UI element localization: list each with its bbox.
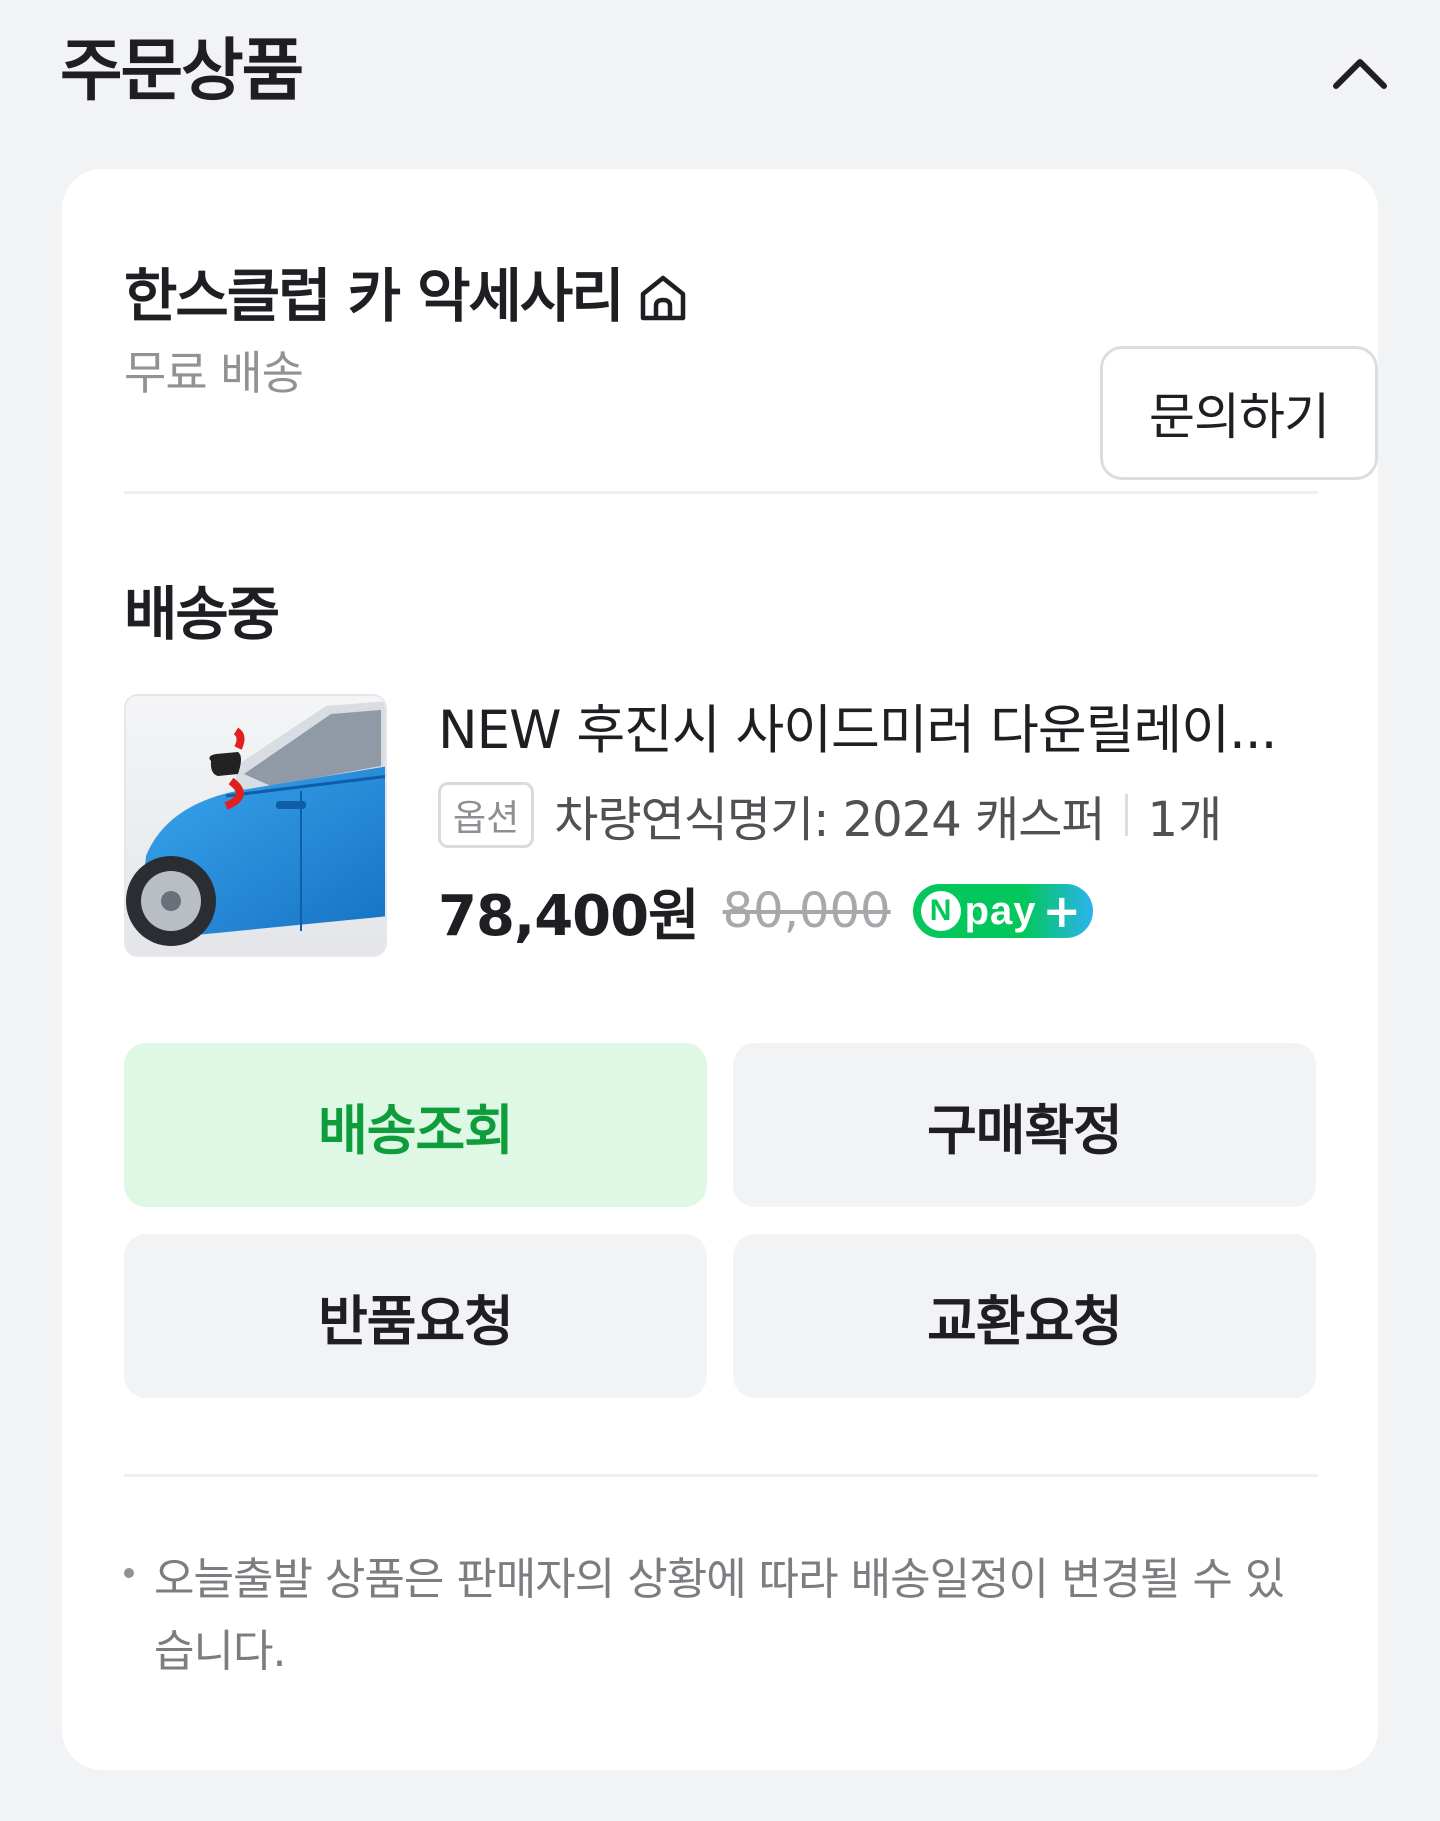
price-row: 78,400원 80,000 N pay + (438, 871, 1318, 951)
exchange-request-button[interactable]: 교환요청 (733, 1234, 1316, 1398)
product-thumbnail[interactable] (124, 694, 387, 957)
sale-price: 78,400원 (438, 883, 700, 949)
divider (124, 1474, 1318, 1477)
option-badge: 옵션 (438, 782, 535, 848)
notice-text: 오늘출발 상품은 판매자의 상황에 따라 배송일정이 변경될 수 있습니다. (154, 1554, 1285, 1677)
return-request-button[interactable]: 반품요청 (124, 1234, 707, 1398)
store-row: 한스클럽 카 악세사리 무료 배송 문의하기 (124, 251, 1378, 480)
home-icon (640, 275, 685, 321)
shipping-fee-note: 무료 배송 (124, 346, 304, 400)
product-option-row: 옵션 차량연식명기: 2024 캐스퍼 1개 (438, 781, 1318, 849)
divider (1124, 794, 1128, 836)
blue-car-side-mirror-image (126, 696, 385, 955)
npay-n-icon: N (920, 891, 961, 931)
npay-word: pay (964, 888, 1037, 933)
original-price: 80,000 (722, 883, 891, 939)
inquiry-button[interactable]: 문의하기 (1100, 346, 1378, 480)
track-delivery-button[interactable]: 배송조회 (124, 1043, 707, 1207)
product-name[interactable]: NEW 후진시 사이드미러 다운릴레이... (438, 691, 1318, 771)
option-text: 차량연식명기: 2024 캐스퍼 (554, 792, 1105, 848)
confirm-purchase-button[interactable]: 구매확정 (733, 1043, 1316, 1207)
store-name: 한스클럽 카 악세사리 (124, 262, 625, 330)
collapse-button[interactable] (1320, 38, 1400, 114)
order-products-header: 주문상품 (0, 0, 1440, 150)
section-title: 주문상품 (60, 32, 304, 111)
quantity: 1개 (1147, 792, 1223, 848)
npay-plus-icon: + (1042, 884, 1082, 938)
product-info: NEW 후진시 사이드미러 다운릴레이... 옵션 차량연식명기: 2024 캐… (438, 691, 1318, 951)
npay-plus-badge: N pay + (912, 884, 1093, 938)
order-card: 한스클럽 카 악세사리 무료 배송 문의하기 배송중 NEW 후진시 사이드미러… (62, 169, 1378, 1770)
store-link[interactable]: 한스클럽 카 악세사리 (124, 251, 689, 341)
divider (124, 491, 1318, 494)
bullet-icon (124, 1568, 134, 1578)
chevron-up-icon (1333, 59, 1387, 89)
delivery-status: 배송중 (124, 580, 280, 648)
